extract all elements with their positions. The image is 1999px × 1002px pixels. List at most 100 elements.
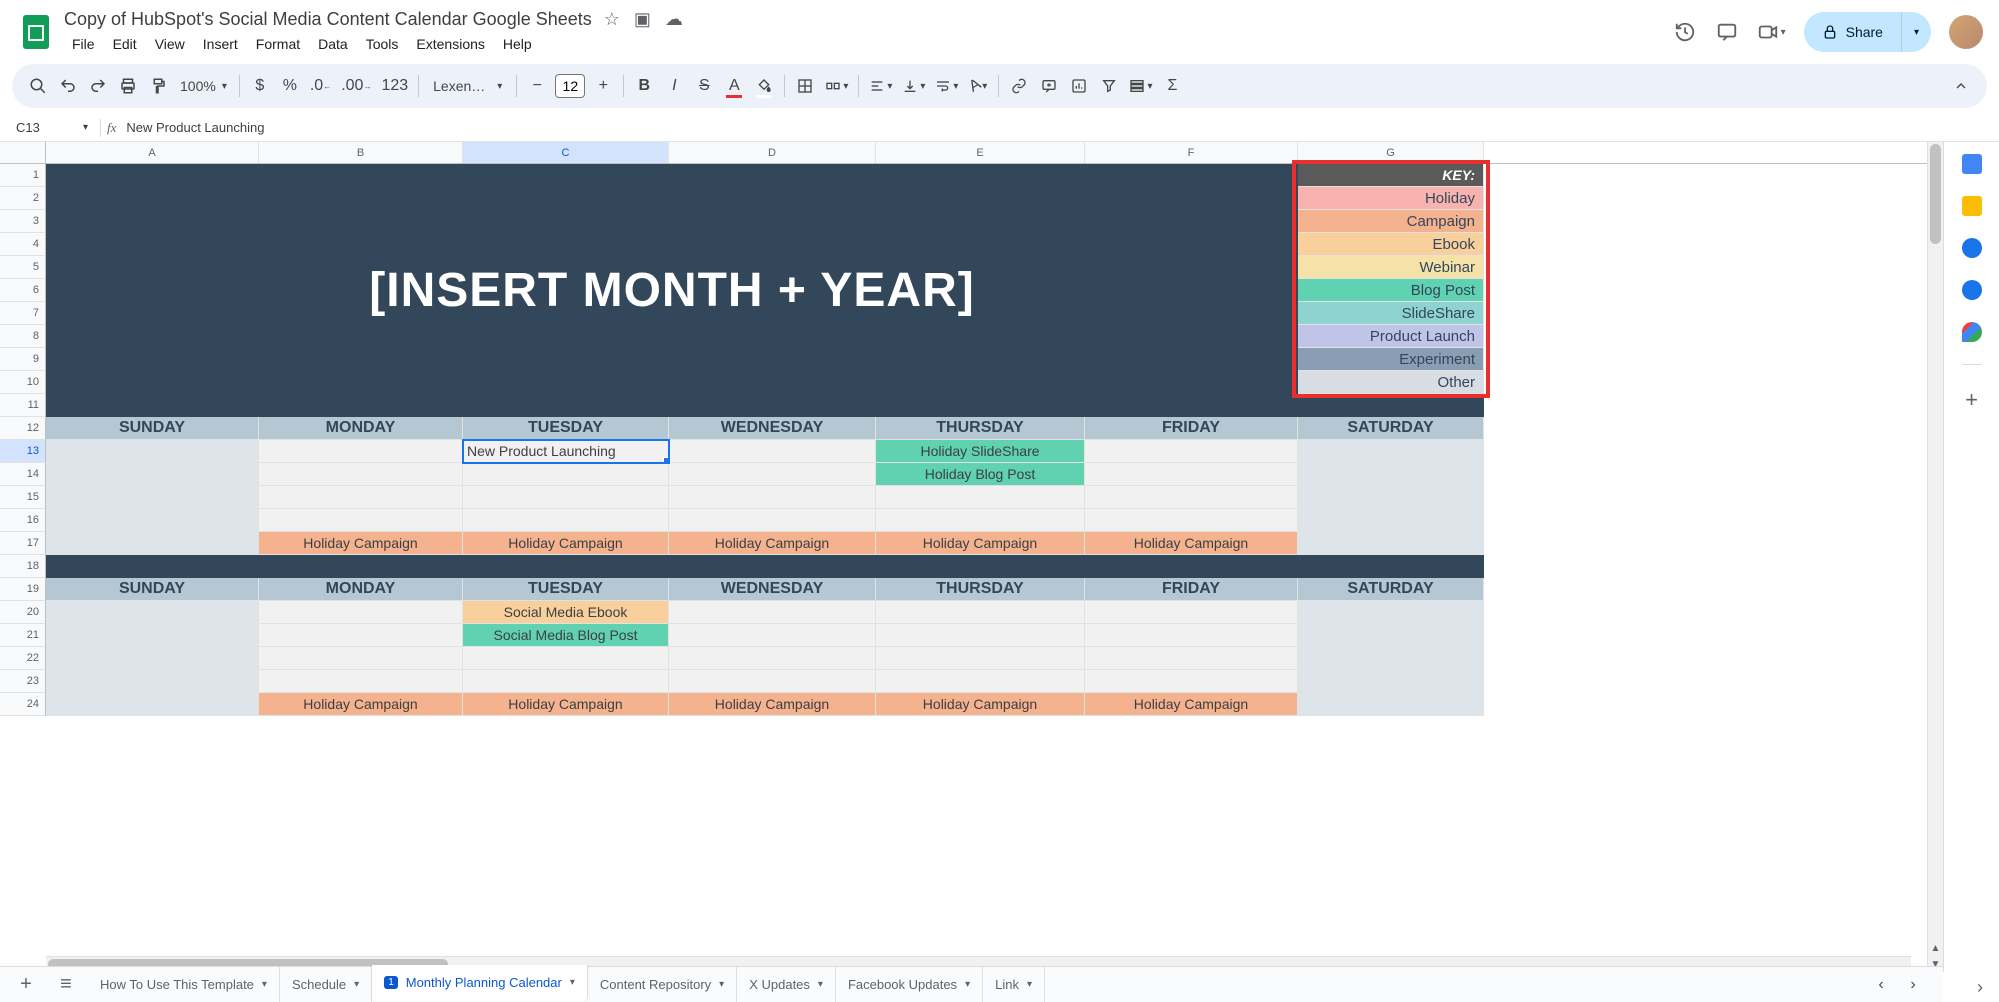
cell-B24[interactable]: Holiday Campaign: [259, 693, 463, 716]
cell-B14[interactable]: [259, 463, 463, 486]
cell-F15[interactable]: [1085, 486, 1298, 509]
cell-G18[interactable]: [1298, 555, 1484, 578]
cell-D19[interactable]: WEDNESDAY: [669, 578, 876, 601]
row-header-1[interactable]: 1: [0, 164, 46, 187]
cell-C17[interactable]: Holiday Campaign: [463, 532, 669, 555]
cell-A14[interactable]: [46, 463, 259, 486]
cell-F20[interactable]: [1085, 601, 1298, 624]
cell-F24[interactable]: Holiday Campaign: [1085, 693, 1298, 716]
decrease-decimal-icon[interactable]: .0←: [306, 71, 335, 101]
cell-C21[interactable]: Social Media Blog Post: [463, 624, 669, 647]
cell-D21[interactable]: [669, 624, 876, 647]
tabs-prev-icon[interactable]: ‹: [1867, 970, 1895, 1000]
cell-G2[interactable]: Holiday: [1298, 187, 1484, 210]
menu-edit[interactable]: Edit: [105, 32, 145, 56]
sheet-tab-content-repository[interactable]: Content Repository▾: [588, 967, 737, 1002]
italic-icon[interactable]: I: [660, 71, 688, 101]
font-select[interactable]: Lexen…▾: [425, 71, 510, 101]
cell-G15[interactable]: [1298, 486, 1484, 509]
functions-icon[interactable]: Σ: [1158, 71, 1186, 101]
cell-E19[interactable]: THURSDAY: [876, 578, 1085, 601]
cell-G4[interactable]: Ebook: [1298, 233, 1484, 256]
cell-F18[interactable]: [1085, 555, 1298, 578]
menu-tools[interactable]: Tools: [358, 32, 407, 56]
cell-A19[interactable]: SUNDAY: [46, 578, 259, 601]
share-caret[interactable]: ▾: [1901, 12, 1931, 52]
contacts-sidepanel-icon[interactable]: [1962, 280, 1982, 300]
cell-F13[interactable]: [1085, 440, 1298, 463]
col-header-C[interactable]: C: [463, 142, 669, 163]
meet-icon[interactable]: ▾: [1757, 20, 1786, 44]
cell-G14[interactable]: [1298, 463, 1484, 486]
hide-sidepanel-icon[interactable]: ›: [1977, 977, 1983, 998]
sheet-tab-schedule[interactable]: Schedule▾: [280, 967, 372, 1002]
cell-B13[interactable]: [259, 440, 463, 463]
cell-G7[interactable]: SlideShare: [1298, 302, 1484, 325]
menu-data[interactable]: Data: [310, 32, 356, 56]
cell-E14[interactable]: Holiday Blog Post: [876, 463, 1085, 486]
cell-C19[interactable]: TUESDAY: [463, 578, 669, 601]
cell-F12[interactable]: FRIDAY: [1085, 417, 1298, 440]
row-header-7[interactable]: 7: [0, 302, 46, 325]
row-header-3[interactable]: 3: [0, 210, 46, 233]
cell-E17[interactable]: Holiday Campaign: [876, 532, 1085, 555]
cell-G3[interactable]: Campaign: [1298, 210, 1484, 233]
filter-views-icon[interactable]: ▾: [1125, 71, 1156, 101]
borders-icon[interactable]: [791, 71, 819, 101]
row-header-12[interactable]: 12: [0, 417, 46, 440]
cell-B16[interactable]: [259, 509, 463, 532]
cell-G17[interactable]: [1298, 532, 1484, 555]
row-header-22[interactable]: 22: [0, 647, 46, 670]
cell-G13[interactable]: [1298, 440, 1484, 463]
select-all-corner[interactable]: [0, 142, 46, 163]
link-icon[interactable]: [1005, 71, 1033, 101]
fill-color-icon[interactable]: [750, 71, 778, 101]
cell-A16[interactable]: [46, 509, 259, 532]
cell-G12[interactable]: SATURDAY: [1298, 417, 1484, 440]
row-header-19[interactable]: 19: [0, 578, 46, 601]
col-header-F[interactable]: F: [1085, 142, 1298, 163]
menu-extensions[interactable]: Extensions: [408, 32, 492, 56]
cell-A23[interactable]: [46, 670, 259, 693]
row-header-17[interactable]: 17: [0, 532, 46, 555]
cell-C14[interactable]: [463, 463, 669, 486]
decrease-font-icon[interactable]: −: [523, 71, 551, 101]
percent-icon[interactable]: %: [276, 71, 304, 101]
sheets-logo[interactable]: [16, 12, 56, 52]
cell-A12[interactable]: SUNDAY: [46, 417, 259, 440]
sheet-tab-how-to-use-this-template[interactable]: How To Use This Template▾: [88, 967, 280, 1002]
cell-G6[interactable]: Blog Post: [1298, 279, 1484, 302]
insert-comment-icon[interactable]: [1035, 71, 1063, 101]
cell-D23[interactable]: [669, 670, 876, 693]
cell-F23[interactable]: [1085, 670, 1298, 693]
move-icon[interactable]: ▣: [634, 9, 651, 30]
cell-G21[interactable]: [1298, 624, 1484, 647]
cell-E20[interactable]: [876, 601, 1085, 624]
font-size-input[interactable]: [555, 74, 585, 98]
calendar-title[interactable]: [INSERT MONTH + YEAR]: [46, 164, 1298, 417]
row-header-20[interactable]: 20: [0, 601, 46, 624]
col-header-B[interactable]: B: [259, 142, 463, 163]
cell-B12[interactable]: MONDAY: [259, 417, 463, 440]
paint-format-icon[interactable]: [144, 71, 172, 101]
cell-G5[interactable]: Webinar: [1298, 256, 1484, 279]
add-sheet-button[interactable]: +: [8, 973, 44, 996]
search-menus-icon[interactable]: [24, 71, 52, 101]
comments-icon[interactable]: [1715, 20, 1739, 44]
undo-icon[interactable]: [54, 71, 82, 101]
row-header-14[interactable]: 14: [0, 463, 46, 486]
cell-E22[interactable]: [876, 647, 1085, 670]
col-header-E[interactable]: E: [876, 142, 1085, 163]
cell-C12[interactable]: TUESDAY: [463, 417, 669, 440]
cell-B22[interactable]: [259, 647, 463, 670]
cell-E21[interactable]: [876, 624, 1085, 647]
cell-B21[interactable]: [259, 624, 463, 647]
row-header-24[interactable]: 24: [0, 693, 46, 716]
cell-G10[interactable]: Other: [1298, 371, 1484, 394]
keep-sidepanel-icon[interactable]: [1962, 196, 1982, 216]
cell-D20[interactable]: [669, 601, 876, 624]
merge-cells-icon[interactable]: ▾: [821, 71, 852, 101]
cell-C24[interactable]: Holiday Campaign: [463, 693, 669, 716]
row-header-15[interactable]: 15: [0, 486, 46, 509]
cell-A17[interactable]: [46, 532, 259, 555]
